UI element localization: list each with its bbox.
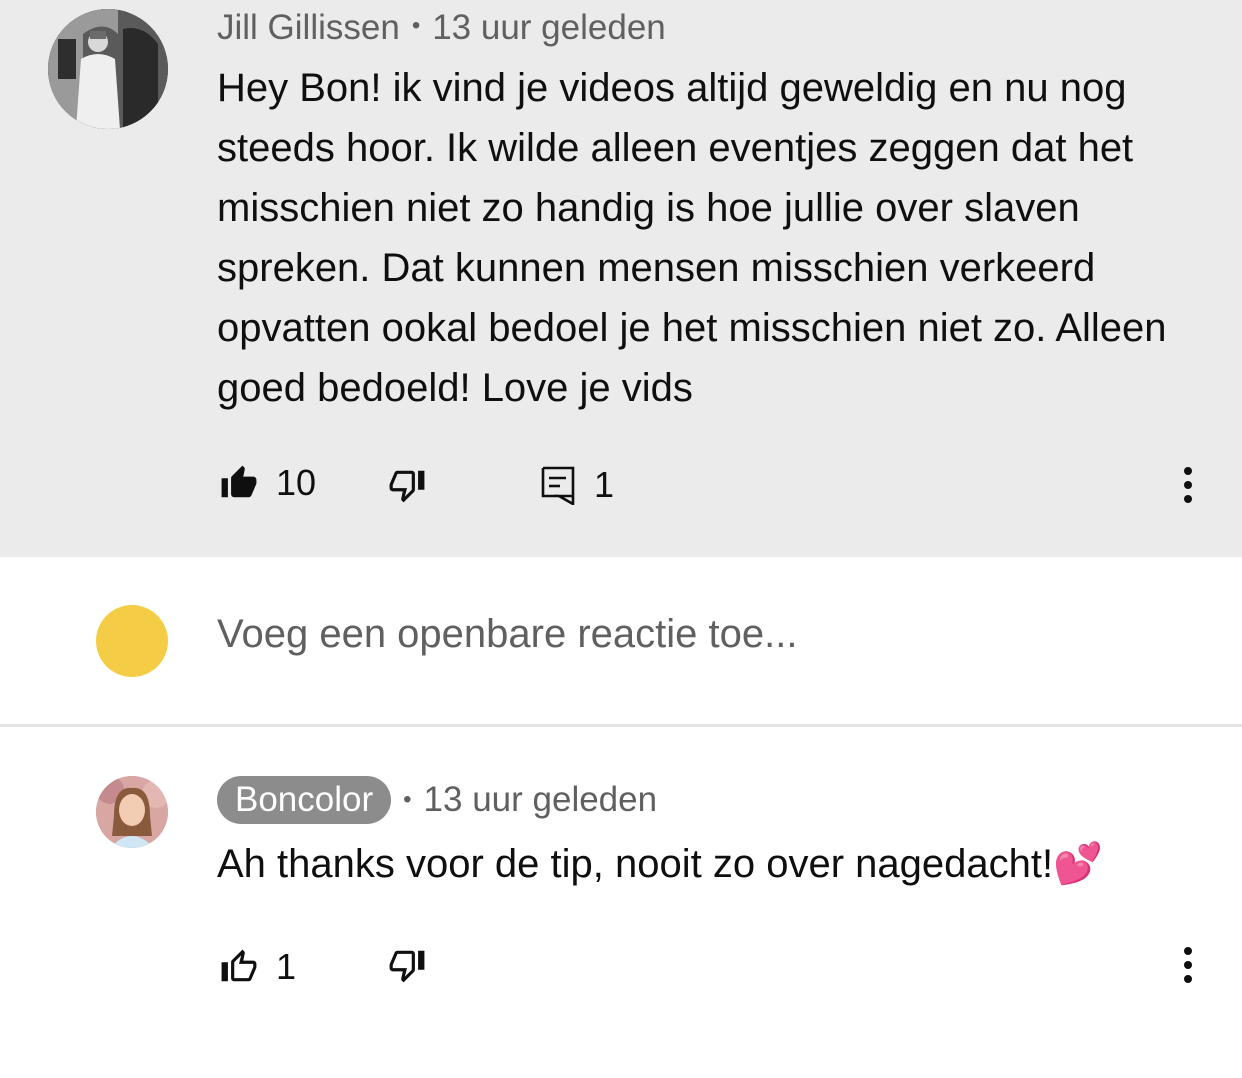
reply-count: 1 [594, 464, 615, 505]
user-avatar [96, 605, 168, 677]
like-count: 10 [276, 462, 317, 503]
reply-input[interactable]: Voeg een openbare reactie toe... [217, 612, 797, 657]
more-options-button[interactable] [1182, 947, 1194, 989]
comment-text: Ah thanks voor de tip, nooit zo over nag… [217, 834, 1103, 894]
like-count: 1 [276, 946, 297, 987]
add-reply-bar: Voeg een openbare reactie toe... [0, 557, 1242, 725]
divider [0, 724, 1242, 727]
avatar[interactable] [48, 9, 168, 129]
highlighted-comment: Jill Gillissen • 13 uur geleden Hey Bon! i… [0, 0, 1242, 557]
timestamp: 13 uur geleden [432, 8, 666, 47]
comment-reply-icon [540, 465, 576, 505]
more-vertical-icon [1184, 467, 1192, 475]
dislike-button[interactable] [388, 466, 426, 504]
like-button[interactable]: 1 [220, 946, 296, 988]
like-button[interactable]: 10 [220, 462, 316, 504]
thumb-down-outline-icon [388, 946, 426, 984]
dislike-button[interactable] [388, 946, 426, 984]
comment-text: Hey Bon! ik vind je videos altijd geweld… [217, 66, 1167, 410]
comment-meta: Jill Gillissen • 13 uur geleden [217, 8, 666, 48]
avatar[interactable] [96, 776, 168, 848]
comment-meta: Boncolor • 13 uur geleden [217, 776, 657, 824]
more-vertical-icon [1184, 947, 1192, 955]
separator-dot: • [403, 786, 412, 813]
comment-text-body: Ah thanks voor de tip, nooit zo over nag… [217, 842, 1054, 886]
creator-author-badge[interactable]: Boncolor [217, 776, 392, 824]
timestamp: 13 uur geleden [423, 780, 658, 819]
thumb-up-filled-icon [220, 463, 258, 503]
thumb-up-outline-icon [220, 948, 258, 986]
thumb-down-outline-icon [388, 466, 426, 504]
separator-dot: • [411, 12, 421, 39]
author-name[interactable]: Jill Gillissen [217, 8, 400, 47]
two-hearts-emoji-icon: 💕 [1053, 842, 1103, 886]
comments-thread: Jill Gillissen • 13 uur geleden Hey Bon! i… [0, 0, 1242, 1078]
reply-button[interactable]: 1 [540, 464, 614, 506]
more-options-button[interactable] [1182, 467, 1194, 509]
